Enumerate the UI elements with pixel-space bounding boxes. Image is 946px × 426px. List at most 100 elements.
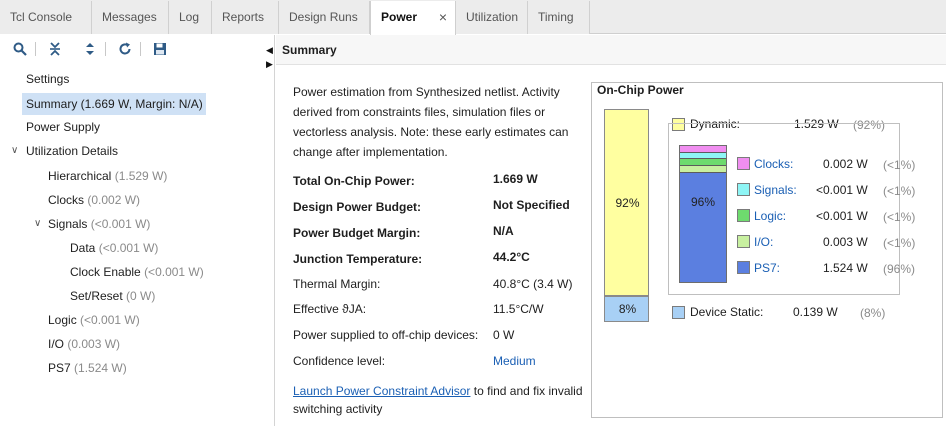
clocks-swatch — [737, 157, 750, 170]
collapse-all-icon[interactable] — [45, 39, 65, 59]
ps7-link[interactable]: PS7: — [754, 261, 780, 275]
confidence-level-link[interactable]: Medium — [493, 354, 536, 368]
tab-bar: Tcl Console Messages Log Reports Design … — [0, 0, 946, 35]
device-static-bar: 8% — [604, 296, 649, 322]
clocks-segment — [680, 146, 726, 153]
summary-footer: Launch Power Constraint Advisor to find … — [293, 382, 583, 418]
tree-item-logic[interactable]: Logic (<0.001 W) — [48, 309, 140, 331]
io-link[interactable]: I/O: — [754, 235, 773, 249]
tree-item-value: (1.529 W) — [114, 169, 168, 183]
logic-value: <0.001 W — [816, 209, 868, 223]
tree-item-value: (0 W) — [126, 289, 156, 303]
tree-item-label: Summary (1.669 W, Margin: N/A) — [26, 97, 203, 111]
io-pct: (<1%) — [883, 236, 916, 250]
confidence-level-label: Confidence level: — [293, 354, 386, 368]
power-budget-value: Not Specified — [493, 198, 570, 212]
tree-item-label: I/O — [48, 337, 65, 351]
off-chip-power-value: 0 W — [493, 328, 515, 342]
signals-swatch — [737, 183, 750, 196]
tab-label: Reports — [222, 10, 265, 24]
tree-item-clock-enable[interactable]: Clock Enable (<0.001 W) — [70, 261, 204, 283]
tree-item-utilization-details[interactable]: Utilization Details — [26, 140, 118, 162]
tree-item-label: Logic — [48, 313, 77, 327]
dynamic-breakdown-bar: 96% — [679, 145, 727, 283]
close-icon[interactable]: × — [439, 1, 447, 34]
budget-margin-value: N/A — [493, 224, 514, 238]
tree-item-signals[interactable]: Signals (<0.001 W) — [48, 213, 150, 235]
chevron-down-icon[interactable]: ∨ — [11, 145, 18, 156]
tree-item-label: Clocks — [48, 193, 85, 207]
tree-item-label: Clock Enable — [70, 265, 141, 279]
device-static-value: 0.139 W — [793, 305, 838, 319]
tree-item-settings[interactable]: Settings — [26, 68, 69, 90]
tree-item-hierarchical[interactable]: Hierarchical (1.529 W) — [48, 165, 167, 187]
logic-pct: (<1%) — [883, 210, 916, 224]
tree-item-clocks[interactable]: Clocks (0.002 W) — [48, 189, 140, 211]
logic-link[interactable]: Logic: — [754, 209, 786, 223]
toolbar-separator — [105, 42, 106, 56]
device-static-pct: (8%) — [860, 306, 886, 320]
tab-timing[interactable]: Timing — [528, 1, 590, 34]
tree-item-summary[interactable]: Summary (1.669 W, Margin: N/A) — [22, 93, 206, 115]
tree-item-power-supply[interactable]: Power Supply — [26, 116, 100, 138]
report-tree-pane: ◀ ▶ Settings Summary (1.669 W, Margin: N/… — [0, 35, 275, 426]
device-static-label: Device Static: — [690, 305, 764, 319]
on-chip-power-panel: On-Chip Power 92% 8% Dynamic: 1.529 W (9… — [591, 82, 943, 418]
tab-design-runs[interactable]: Design Runs — [279, 1, 370, 34]
io-segment — [680, 166, 726, 173]
dynamic-bar-label: 92% — [615, 196, 640, 210]
save-icon[interactable] — [150, 39, 170, 59]
tree-item-data[interactable]: Data (<0.001 W) — [70, 237, 158, 259]
junction-temp-label: Junction Temperature: — [293, 252, 423, 266]
toolbar-separator — [35, 42, 36, 56]
on-chip-power-title: On-Chip Power — [595, 83, 686, 97]
tab-label: Log — [179, 10, 200, 24]
effective-theta-ja-label: Effective ϑJA: — [293, 302, 367, 316]
junction-temp-value: 44.2°C — [493, 250, 530, 264]
tree-item-value: (<0.001 W) — [80, 313, 140, 327]
ps7-pct: (96%) — [883, 262, 916, 276]
tab-log[interactable]: Log — [169, 1, 212, 34]
tab-utilization[interactable]: Utilization — [456, 1, 528, 34]
pane-toggle-icon[interactable]: ◀ ▶ — [266, 43, 274, 71]
thermal-margin-label: Thermal Margin: — [293, 277, 381, 291]
launch-power-constraint-advisor-link[interactable]: Launch Power Constraint Advisor — [293, 384, 470, 398]
tree-item-value: (<0.001 W) — [98, 241, 159, 255]
tab-tcl-console[interactable]: Tcl Console — [0, 1, 92, 34]
total-power-value: 1.669 W — [493, 172, 538, 186]
summary-description: Power estimation from Synthesized netlis… — [293, 85, 569, 159]
tree-item-ps7[interactable]: PS7 (1.524 W) — [48, 357, 127, 379]
tree-item-value: (<0.001 W) — [144, 265, 204, 279]
tree-toolbar: ◀ ▶ — [0, 35, 275, 69]
tab-label: Messages — [102, 10, 157, 24]
signals-pct: (<1%) — [883, 184, 916, 198]
tree-item-set-reset[interactable]: Set/Reset (0 W) — [70, 285, 155, 307]
search-icon[interactable] — [10, 39, 30, 59]
device-static-bar-label: 8% — [618, 302, 637, 316]
tab-label: Design Runs — [289, 10, 358, 24]
tab-power[interactable]: Power × — [370, 1, 456, 35]
refresh-icon[interactable] — [115, 39, 135, 59]
logic-swatch — [737, 209, 750, 222]
tree-item-value: (0.003 W) — [67, 337, 121, 351]
ps7-segment: 96% — [680, 173, 726, 282]
expand-all-icon[interactable] — [80, 39, 100, 59]
clocks-link[interactable]: Clocks: — [754, 157, 793, 171]
io-value: 0.003 W — [823, 235, 868, 249]
power-report-window: Tcl Console Messages Log Reports Design … — [0, 0, 946, 426]
dynamic-bar: 92% — [604, 109, 649, 296]
tab-reports[interactable]: Reports — [212, 1, 279, 34]
tree-item-label: Power Supply — [26, 120, 101, 134]
signals-value: <0.001 W — [816, 183, 868, 197]
summary-header: Summary — [276, 35, 946, 65]
chevron-down-icon[interactable]: ∨ — [34, 218, 41, 229]
thermal-margin-value: 40.8°C (3.4 W) — [493, 277, 573, 291]
total-power-label: Total On-Chip Power: — [293, 174, 415, 188]
ps7-value: 1.524 W — [823, 261, 868, 275]
tab-messages[interactable]: Messages — [92, 1, 169, 34]
signals-link[interactable]: Signals: — [754, 183, 797, 197]
tree-item-label: PS7 — [48, 361, 71, 375]
tree-item-io[interactable]: I/O (0.003 W) — [48, 333, 120, 355]
ps7-bar-label: 96% — [690, 195, 716, 209]
tab-label: Utilization — [466, 10, 519, 24]
